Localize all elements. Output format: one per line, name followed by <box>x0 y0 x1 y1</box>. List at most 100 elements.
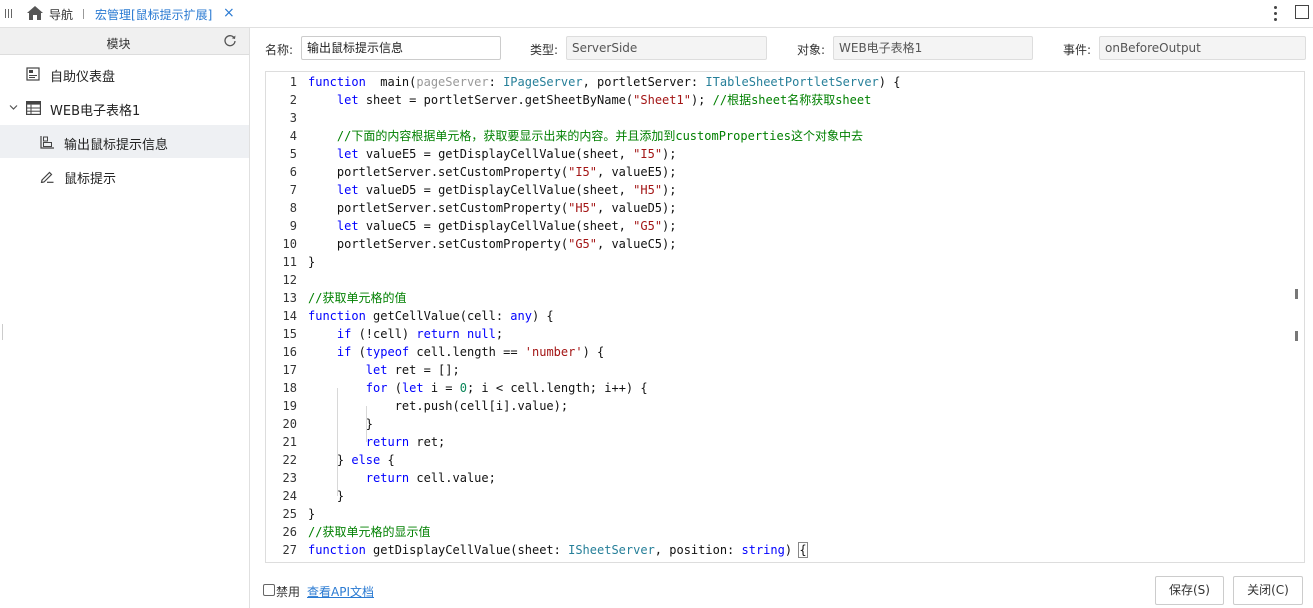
code-token: , valueE5); <box>597 165 677 179</box>
chevron-down-icon[interactable] <box>9 103 18 112</box>
code-line[interactable]: if (typeof cell.length == 'number') { <box>308 343 604 361</box>
code-line[interactable]: //获取单元格的值 <box>308 289 406 307</box>
code-token: ); <box>662 147 677 161</box>
code-line[interactable]: function getCellValue(cell: any) { <box>308 307 554 325</box>
code-token: getDisplayCellValue(sheet: <box>365 543 569 557</box>
code-token: portletServer.setCustomProperty( <box>308 201 569 215</box>
code-line[interactable]: if (!cell) return null; <box>308 325 503 343</box>
code-token: ISheetServer <box>568 543 655 557</box>
save-button[interactable]: 保存(S) <box>1155 576 1224 605</box>
scrollbar-marker[interactable] <box>1295 331 1298 341</box>
code-line[interactable]: } <box>308 505 315 523</box>
code-line[interactable]: ret.push(cell[i].value); <box>308 397 568 415</box>
refresh-icon[interactable] <box>223 34 237 48</box>
scrollbar-marker[interactable] <box>1295 289 1298 299</box>
code-token: ( <box>351 345 366 359</box>
line-number: 21 <box>282 435 297 449</box>
sidebar-item-web-spreadsheet[interactable]: WEB电子表格1 <box>0 91 249 124</box>
name-label: 名称: <box>265 43 294 57</box>
code-line[interactable]: } <box>308 415 373 433</box>
code-line[interactable]: function getDisplayCellValue(sheet: IShe… <box>308 541 808 559</box>
code-line[interactable]: //获取单元格的显示值 <box>308 523 430 541</box>
disable-checkbox[interactable] <box>263 584 275 596</box>
code-line[interactable]: portletServer.setCustomProperty("G5", va… <box>308 235 677 253</box>
code-line[interactable]: return ret; <box>308 433 445 451</box>
code-token: ); <box>662 219 677 233</box>
resize-handle[interactable] <box>2 324 3 340</box>
sidebar-item-mouse-tooltip[interactable]: 鼠标提示 <box>0 159 249 192</box>
line-number: 17 <box>282 363 297 377</box>
code-token: typeof <box>365 345 410 359</box>
maximize-icon[interactable] <box>1295 5 1309 19</box>
code-token: ) { <box>531 309 554 323</box>
code-token: } <box>308 453 352 467</box>
name-input[interactable]: 输出鼠标提示信息 <box>301 36 501 60</box>
code-line[interactable]: //下面的内容根据单元格，获取要显示出来的内容。并且添加到customPrope… <box>308 127 863 145</box>
code-token: pageServer <box>416 75 489 89</box>
line-number: 20 <box>282 417 297 431</box>
code-token: , position: <box>654 543 742 557</box>
line-number: 16 <box>282 345 297 359</box>
code-token: main( <box>365 75 417 89</box>
code-line[interactable]: let valueE5 = getDisplayCellValue(sheet,… <box>308 145 677 163</box>
code-token: "H5" <box>633 183 663 197</box>
code-token: 0 <box>459 381 467 395</box>
code-token: IPageServer <box>503 75 583 89</box>
code-line[interactable]: let sheet = portletServer.getSheetByName… <box>308 91 871 109</box>
nav-link[interactable]: 导航 <box>49 6 73 23</box>
code-token: let <box>401 381 424 395</box>
code-token: else <box>351 453 381 467</box>
dashboard-icon <box>26 67 40 81</box>
code-token: portletServer.setCustomProperty( <box>308 165 569 179</box>
code-token: "G5" <box>633 219 663 233</box>
code-token: ret; <box>409 435 446 449</box>
code-token: ); <box>690 93 713 107</box>
code-token: ( <box>387 381 402 395</box>
close-tab-icon[interactable]: × <box>223 5 235 21</box>
menu-icon[interactable] <box>4 7 14 21</box>
home-icon[interactable] <box>26 5 44 21</box>
line-number: 1 <box>289 75 297 89</box>
code-token: string <box>741 543 785 557</box>
code-token: "I5" <box>568 165 597 179</box>
type-field: ServerSide <box>566 36 767 60</box>
code-line[interactable]: } <box>308 487 344 505</box>
object-field: WEB电子表格1 <box>833 36 1033 60</box>
sidebar-item-dashboard[interactable]: 自助仪表盘 <box>0 57 249 90</box>
code-token: { <box>798 542 808 558</box>
code-line[interactable]: } else { <box>308 451 395 469</box>
code-line[interactable]: } <box>308 253 315 271</box>
close-button[interactable]: 关闭(C) <box>1233 576 1303 605</box>
code-token: return <box>365 471 410 485</box>
sidebar-item-label: 鼠标提示 <box>64 172 117 187</box>
code-token: } <box>308 417 374 431</box>
line-number: 11 <box>282 255 297 269</box>
code-editor[interactable]: 1 2 3 4 5 6 7 8 9 10 11 12 13 14 15 16 17 18 19 20 21 22 23 24 2… <box>265 71 1305 563</box>
tab-macro-manager[interactable]: 宏管理[鼠标提示扩展] <box>95 6 212 23</box>
sidebar-item-output-tooltip-info[interactable]: 输出鼠标提示信息 <box>0 125 249 158</box>
code-token: ret = []; <box>387 363 460 377</box>
code-line[interactable]: let ret = []; <box>308 361 460 379</box>
code-token: let <box>336 183 359 197</box>
more-options-icon[interactable] <box>1268 3 1282 23</box>
code-line[interactable]: portletServer.setCustomProperty("H5", va… <box>308 199 677 217</box>
code-line[interactable]: portletServer.setCustomProperty("I5", va… <box>308 163 677 181</box>
code-line[interactable]: function main(pageServer: IPageServer, p… <box>308 73 900 91</box>
code-token: ret.push(cell[i].value); <box>308 399 569 413</box>
code-line[interactable]: let valueD5 = getDisplayCellValue(sheet,… <box>308 181 677 199</box>
pen-icon <box>40 171 54 183</box>
code-line[interactable]: for (let i = 0; i < cell.length; i++) { <box>308 379 648 397</box>
code-token: (!cell) <box>351 327 417 341</box>
object-label: 对象: <box>797 43 826 57</box>
api-docs-link[interactable]: 查看API文档 <box>307 583 374 600</box>
code-line[interactable]: let valueC5 = getDisplayCellValue(sheet,… <box>308 217 677 235</box>
macro-icon <box>40 136 54 149</box>
code-token: "I5" <box>633 147 663 161</box>
code-token: function <box>308 75 366 89</box>
